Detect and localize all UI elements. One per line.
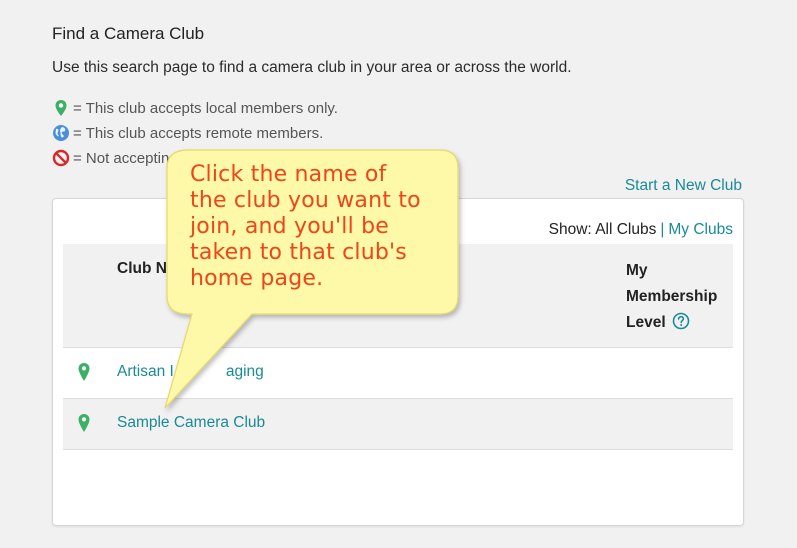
level-line-2: Membership: [626, 288, 718, 305]
table-row: Artisan Iaging: [63, 348, 733, 399]
column-header-club-name[interactable]: Club N: [117, 260, 167, 278]
help-icon[interactable]: [672, 312, 690, 330]
club-link-sample-camera-club[interactable]: Sample Camera Club: [117, 414, 265, 432]
page-subtitle: Use this search page to find a camera cl…: [52, 59, 572, 76]
globe-icon: [53, 125, 69, 141]
show-all-clubs[interactable]: All Clubs: [595, 221, 656, 238]
level-line-1: My: [626, 262, 648, 279]
map-pin-icon: [55, 100, 67, 116]
legend-closed: = Not acceptin: [52, 148, 169, 168]
callout-text: Click the name of the club you want to j…: [190, 162, 455, 292]
level-line-3: Level: [626, 310, 717, 336]
callout-line: join, and you'll be: [190, 214, 389, 239]
filter-separator: |: [660, 221, 665, 238]
table-row: Sample Camera Club: [63, 399, 733, 450]
column-header-membership-level: My Membership Level: [626, 258, 717, 336]
callout-line: taken to that club's: [190, 240, 407, 265]
legend-closed-text: = Not acceptin: [73, 149, 170, 167]
map-pin-icon: [78, 363, 90, 381]
page-title: Find a Camera Club: [52, 24, 205, 43]
show-filter: Show: All Clubs | My Clubs: [549, 221, 733, 239]
callout-line: the club you want to: [190, 188, 421, 213]
club-link-artisan-imaging[interactable]: Artisan Iaging: [117, 363, 264, 381]
legend-local: = This club accepts local members only.: [52, 98, 338, 118]
legend-remote-text: = This club accepts remote members.: [73, 124, 324, 142]
no-entry-icon: [52, 149, 70, 167]
show-label: Show:: [548, 221, 592, 238]
map-pin-icon: [78, 414, 90, 432]
legend-remote: = This club accepts remote members.: [52, 123, 323, 143]
legend-local-text: = This club accepts local members only.: [73, 99, 338, 117]
callout-line: home page.: [190, 266, 324, 291]
start-new-club-link[interactable]: Start a New Club: [625, 177, 742, 195]
show-my-clubs-link[interactable]: My Clubs: [668, 221, 733, 238]
callout-line: Click the name of: [190, 162, 387, 187]
